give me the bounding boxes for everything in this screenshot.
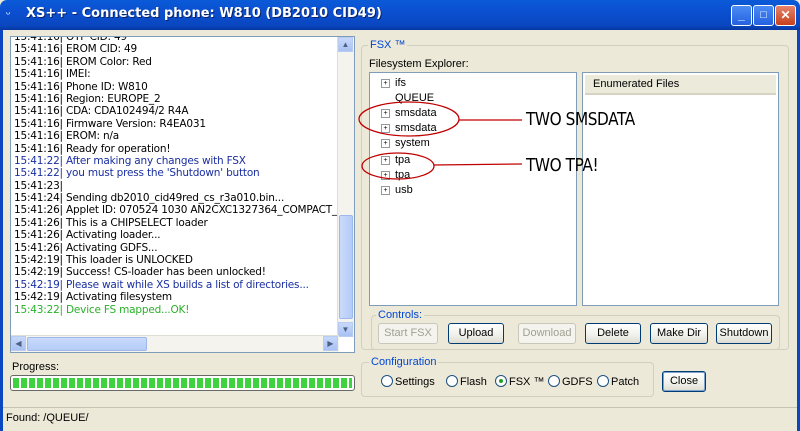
radio-label: GDFS	[562, 376, 593, 388]
annotation-ellipse-tpa	[361, 152, 435, 180]
annotation-ellipse-smsdata	[358, 101, 460, 137]
annotation-text-smsdata: TWO SMSDATA	[526, 109, 635, 130]
radio-flash[interactable]: Flash	[446, 375, 487, 389]
radio-patch[interactable]: Patch	[597, 375, 639, 389]
radio-circle-icon[interactable]	[597, 375, 609, 387]
radio-gdfs[interactable]: GDFS	[548, 375, 593, 389]
close-button[interactable]: Close	[662, 371, 706, 392]
radio-circle-icon[interactable]	[495, 375, 507, 387]
radio-circle-icon[interactable]	[548, 375, 560, 387]
progress-bar	[10, 375, 355, 391]
radio-settings[interactable]: Settings	[381, 375, 435, 389]
upload-button[interactable]: Upload	[448, 323, 504, 344]
radio-label: Settings	[395, 376, 435, 388]
make-dir-button[interactable]: Make Dir	[650, 323, 708, 344]
status-bar: Found: /QUEUE/	[3, 407, 797, 428]
radio-fsx[interactable]: FSX ™	[495, 375, 544, 389]
radio-label: Patch	[611, 376, 640, 388]
annotation-line-tpa	[433, 163, 523, 166]
radio-label: FSX ™	[509, 376, 545, 388]
annotation-text-tpa: TWO TPA!	[526, 155, 599, 176]
download-button[interactable]: Download	[518, 323, 576, 344]
controls-group-label: Controls:	[376, 309, 425, 321]
radio-circle-icon[interactable]	[381, 375, 393, 387]
start-fsx-button[interactable]: Start FSX	[378, 323, 438, 344]
progress-fill	[13, 378, 352, 388]
delete-button[interactable]: Delete	[585, 323, 641, 344]
configuration-group-label: Configuration	[369, 356, 439, 368]
shutdown-button[interactable]: Shutdown	[716, 323, 772, 344]
progress-label: Progress:	[12, 361, 60, 373]
radio-circle-icon[interactable]	[446, 375, 458, 387]
radio-label: Flash	[460, 376, 487, 388]
status-text: Found: /QUEUE/	[6, 412, 89, 424]
